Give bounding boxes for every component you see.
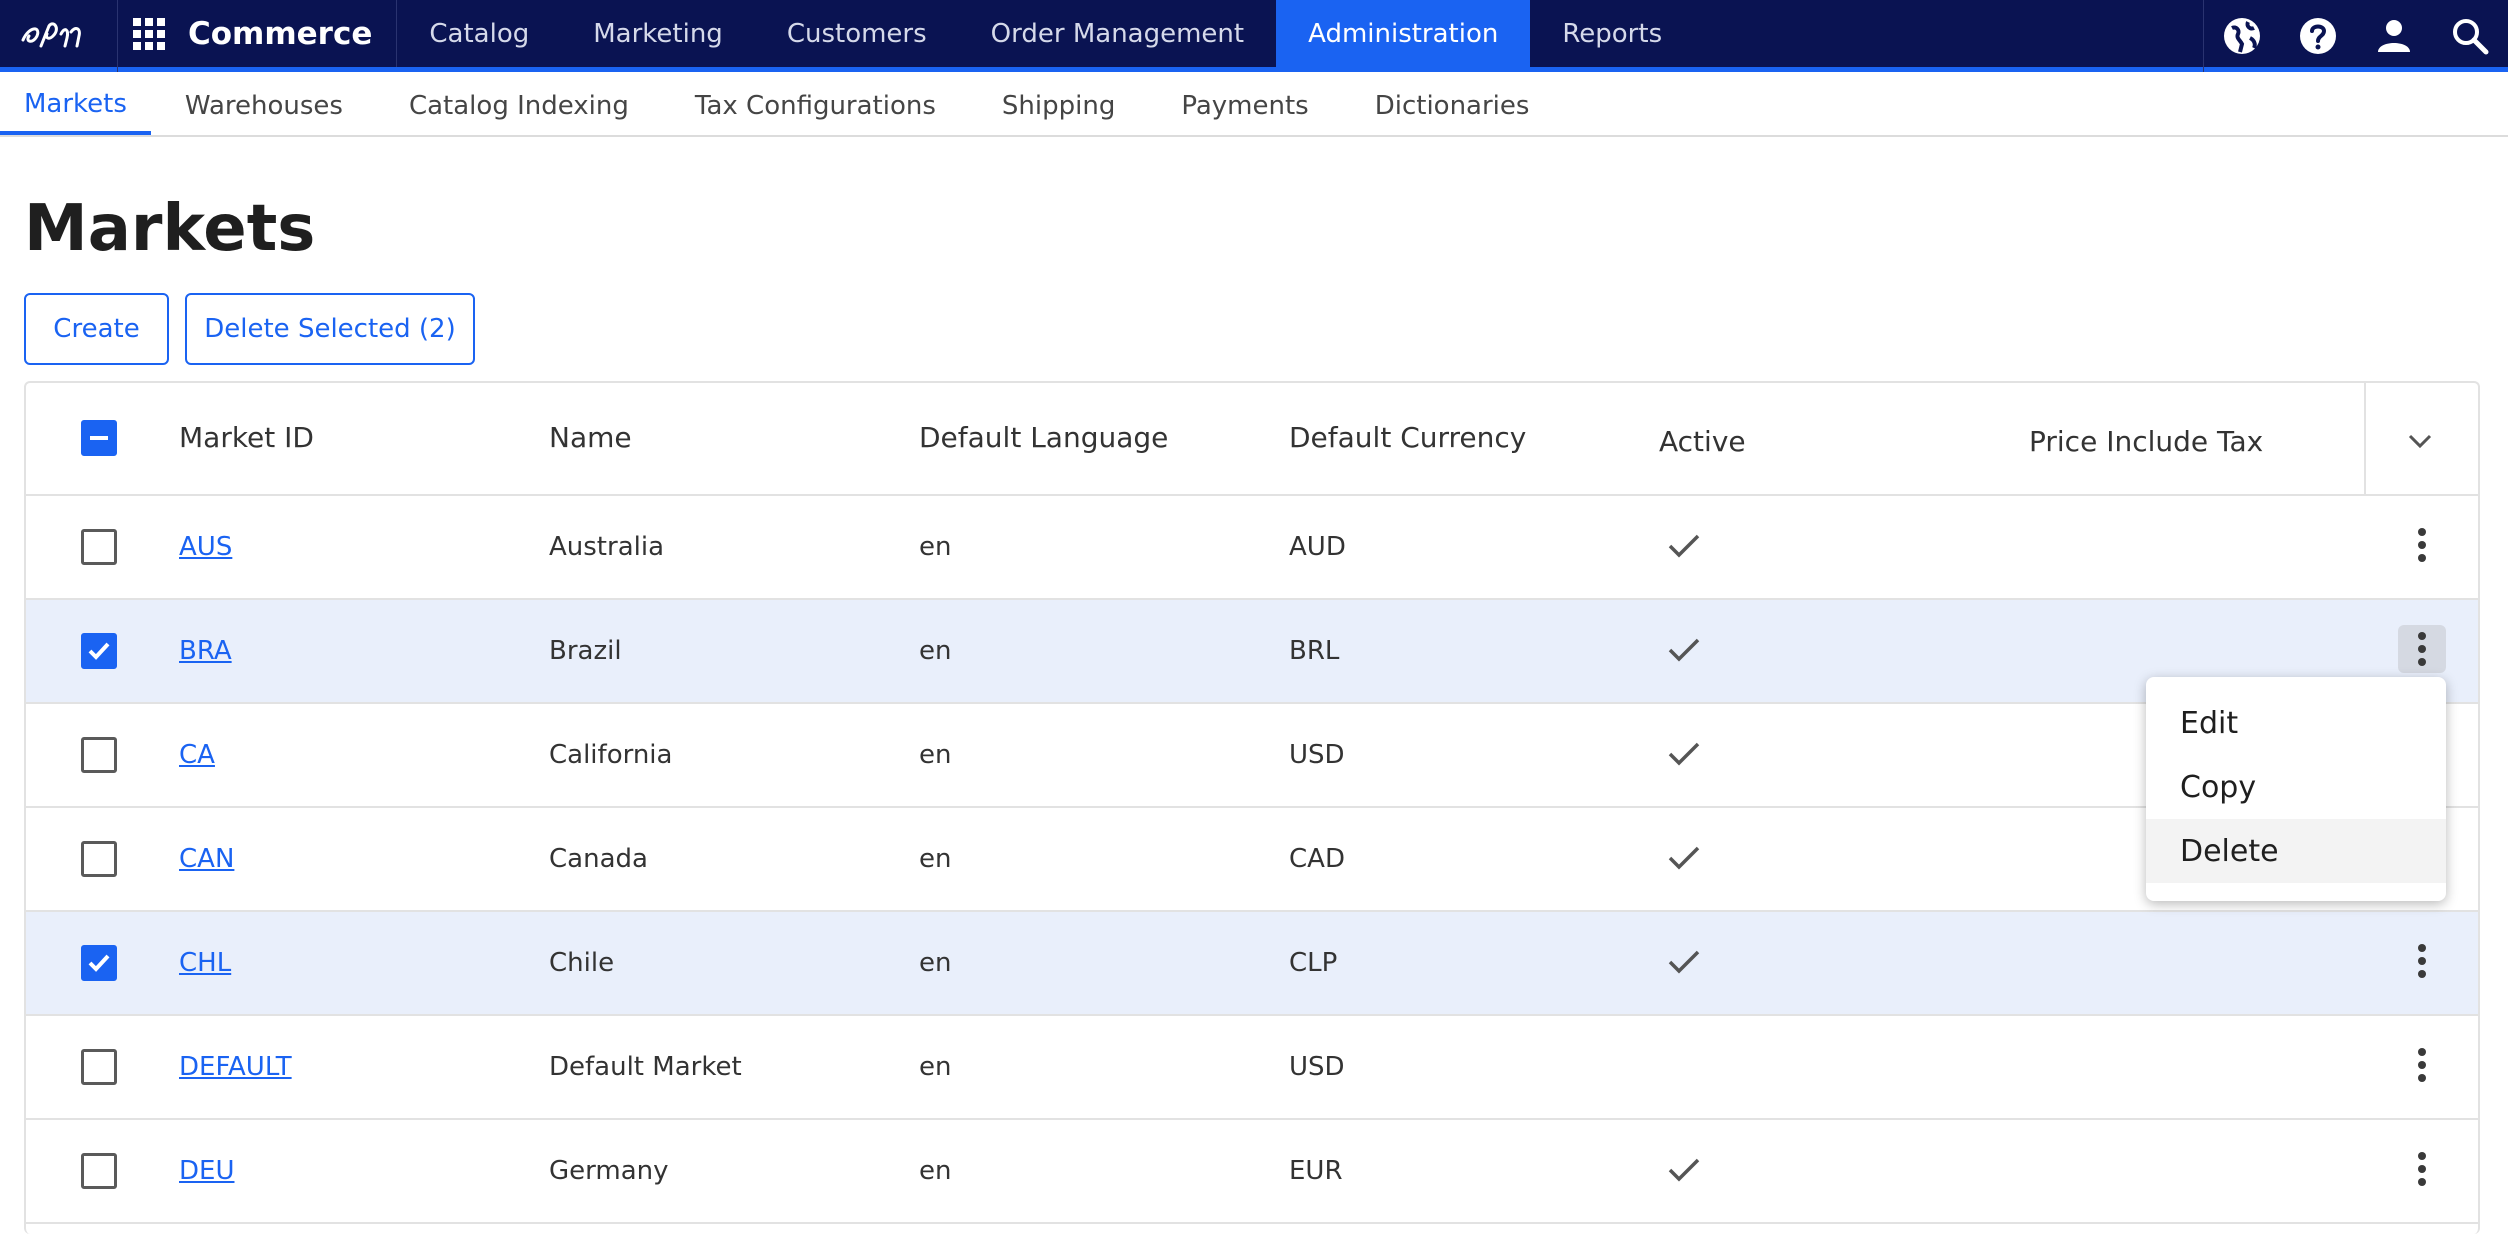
markets-table: Market ID Name Default Language Default … bbox=[24, 381, 2480, 1234]
select-all-checkbox[interactable] bbox=[81, 420, 117, 456]
market-language: en bbox=[919, 1052, 952, 1082]
market-currency: CAD bbox=[1289, 844, 1345, 874]
check-icon bbox=[88, 642, 110, 660]
nav-marketing[interactable]: Marketing bbox=[561, 0, 755, 67]
row-actions-more-icon[interactable] bbox=[2398, 1041, 2446, 1089]
market-currency: USD bbox=[1289, 740, 1345, 770]
subnav-shipping[interactable]: Shipping bbox=[970, 77, 1147, 135]
header-price-include-tax[interactable]: Price Include Tax bbox=[2029, 425, 2263, 458]
market-id-link[interactable]: CA bbox=[179, 740, 215, 770]
market-name: Brazil bbox=[549, 636, 622, 666]
active-check-icon bbox=[1664, 1150, 1704, 1190]
help-icon[interactable] bbox=[2280, 0, 2356, 72]
table-row[interactable]: DEU Germany en EUR bbox=[26, 1120, 2478, 1224]
sub-navigation: Markets Warehouses Catalog Indexing Tax … bbox=[0, 77, 2508, 137]
market-name: California bbox=[549, 740, 673, 770]
market-currency: CLP bbox=[1289, 948, 1338, 978]
page-title: Markets bbox=[24, 192, 316, 266]
row-checkbox[interactable] bbox=[81, 1153, 117, 1189]
table-row[interactable]: CHL Chile en CLP bbox=[26, 912, 2478, 1016]
market-id-link[interactable]: AUS bbox=[179, 532, 232, 562]
market-id-link[interactable]: BRA bbox=[179, 636, 232, 666]
delete-selected-button[interactable]: Delete Selected (2) bbox=[185, 293, 475, 365]
row-context-menu: Edit Copy Delete bbox=[2146, 677, 2446, 901]
row-checkbox[interactable] bbox=[81, 529, 117, 565]
subnav-payments[interactable]: Payments bbox=[1149, 77, 1340, 135]
row-actions-more-icon[interactable] bbox=[2398, 1145, 2446, 1193]
subnav-tax-configurations[interactable]: Tax Configurations bbox=[663, 77, 968, 135]
table-row[interactable]: CAN Canada en CAD bbox=[26, 808, 2478, 912]
table-row[interactable]: DEFAULT Default Market en USD bbox=[26, 1016, 2478, 1120]
check-icon bbox=[88, 954, 110, 972]
globe-icon[interactable] bbox=[2204, 0, 2280, 72]
epi-logo[interactable] bbox=[0, 0, 118, 72]
market-language: en bbox=[919, 844, 952, 874]
search-icon[interactable] bbox=[2432, 0, 2508, 72]
header-market-id[interactable]: Market ID bbox=[179, 421, 314, 454]
row-checkbox[interactable] bbox=[81, 737, 117, 773]
market-id-link[interactable]: CHL bbox=[179, 948, 231, 978]
header-divider bbox=[2364, 383, 2366, 494]
table-header: Market ID Name Default Language Default … bbox=[26, 383, 2478, 496]
market-language: en bbox=[919, 1156, 952, 1186]
row-actions-more-icon[interactable] bbox=[2398, 625, 2446, 673]
subnav-catalog-indexing[interactable]: Catalog Indexing bbox=[377, 77, 661, 135]
market-name: Australia bbox=[549, 532, 665, 562]
nav-order-management[interactable]: Order Management bbox=[959, 0, 1276, 67]
market-language: en bbox=[919, 532, 952, 562]
row-checkbox[interactable] bbox=[81, 1049, 117, 1085]
top-navigation-bar: Commerce Catalog Marketing Customers Ord… bbox=[0, 0, 2508, 72]
nav-customers[interactable]: Customers bbox=[755, 0, 959, 67]
nav-reports[interactable]: Reports bbox=[1530, 0, 1694, 67]
market-name: Chile bbox=[549, 948, 615, 978]
market-currency: BRL bbox=[1289, 636, 1340, 666]
header-default-language[interactable]: Default Language bbox=[919, 421, 1168, 454]
row-actions-more-icon[interactable] bbox=[2398, 937, 2446, 985]
market-id-link[interactable]: DEU bbox=[179, 1156, 234, 1186]
row-checkbox[interactable] bbox=[81, 633, 117, 669]
market-name: Germany bbox=[549, 1156, 669, 1186]
menu-item-delete[interactable]: Delete bbox=[2146, 819, 2446, 883]
table-row[interactable]: AUS Australia en AUD bbox=[26, 496, 2478, 600]
market-language: en bbox=[919, 636, 952, 666]
market-id-link[interactable]: CAN bbox=[179, 844, 234, 874]
active-check-icon bbox=[1664, 734, 1704, 774]
subnav-markets[interactable]: Markets bbox=[0, 77, 151, 135]
row-checkbox[interactable] bbox=[81, 841, 117, 877]
market-language: en bbox=[919, 740, 952, 770]
brand-title[interactable]: Commerce bbox=[180, 0, 398, 67]
market-currency: EUR bbox=[1289, 1156, 1343, 1186]
user-icon[interactable] bbox=[2356, 0, 2432, 72]
subnav-warehouses[interactable]: Warehouses bbox=[153, 77, 375, 135]
nav-catalog[interactable]: Catalog bbox=[397, 0, 561, 67]
active-check-icon bbox=[1664, 526, 1704, 566]
market-currency: AUD bbox=[1289, 532, 1346, 562]
indeterminate-icon bbox=[90, 436, 108, 440]
active-check-icon bbox=[1664, 630, 1704, 670]
row-checkbox[interactable] bbox=[81, 945, 117, 981]
active-check-icon bbox=[1664, 942, 1704, 982]
table-row[interactable]: CA California en USD bbox=[26, 704, 2478, 808]
nav-administration[interactable]: Administration bbox=[1276, 0, 1531, 67]
market-currency: USD bbox=[1289, 1052, 1345, 1082]
logo-icon bbox=[21, 22, 81, 48]
market-name: Default Market bbox=[549, 1052, 742, 1082]
top-right-tools bbox=[2203, 0, 2508, 72]
apps-grid-icon[interactable] bbox=[118, 0, 180, 67]
menu-item-edit[interactable]: Edit bbox=[2146, 691, 2446, 755]
column-options-chevron-down-icon[interactable] bbox=[2400, 421, 2440, 461]
header-name[interactable]: Name bbox=[549, 421, 632, 454]
market-id-link[interactable]: DEFAULT bbox=[179, 1052, 292, 1082]
subnav-dictionaries[interactable]: Dictionaries bbox=[1343, 77, 1562, 135]
create-button[interactable]: Create bbox=[24, 293, 169, 365]
row-actions-more-icon[interactable] bbox=[2398, 521, 2446, 569]
header-active[interactable]: Active bbox=[1659, 425, 1746, 458]
menu-item-copy[interactable]: Copy bbox=[2146, 755, 2446, 819]
market-language: en bbox=[919, 948, 952, 978]
header-default-currency[interactable]: Default Currency bbox=[1289, 421, 1526, 454]
table-row[interactable]: BRA Brazil en BRL bbox=[26, 600, 2478, 704]
active-check-icon bbox=[1664, 838, 1704, 878]
market-name: Canada bbox=[549, 844, 648, 874]
